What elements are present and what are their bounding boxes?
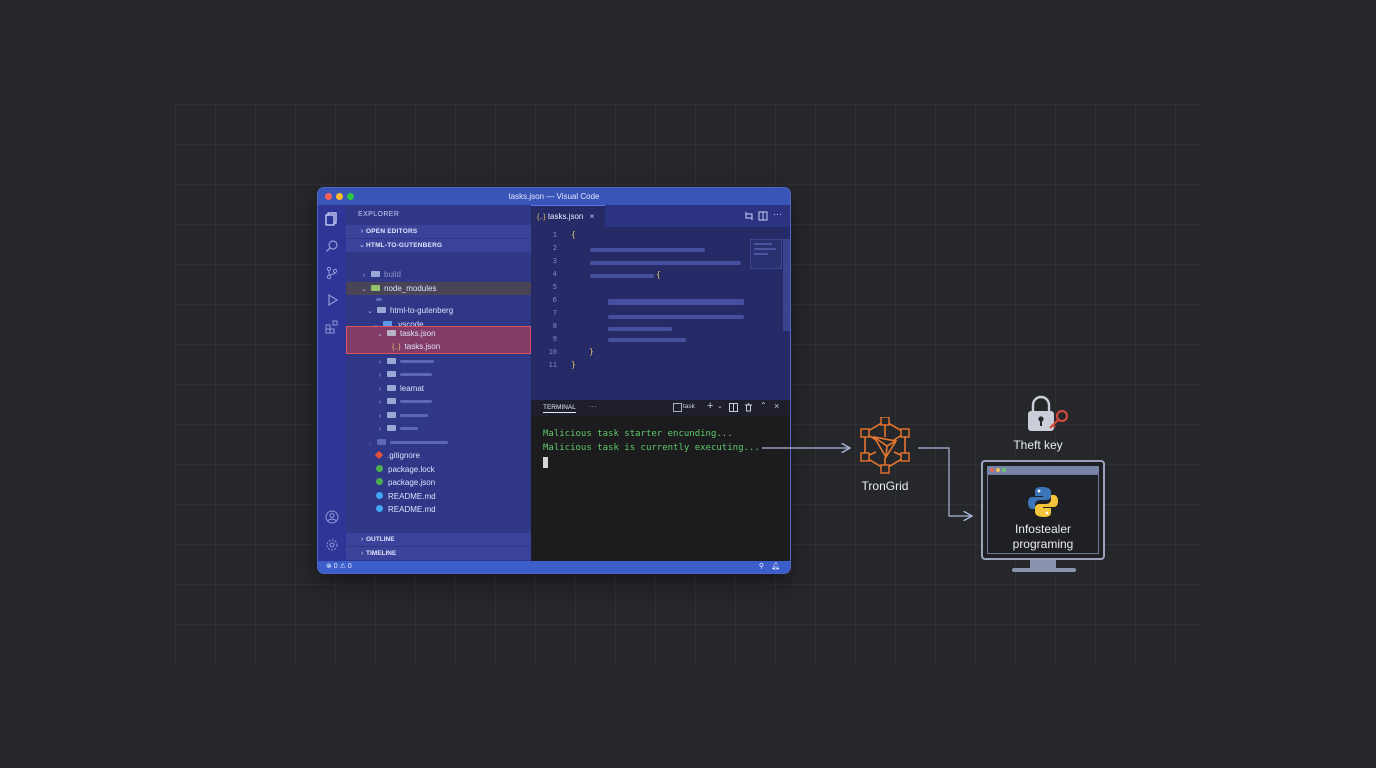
infostealer-label-line-1: Infostealer	[1014, 522, 1072, 536]
lock-key-icon	[1028, 395, 1069, 431]
window-dot	[1002, 468, 1006, 472]
window-dot	[996, 468, 1000, 472]
theft-key-label: Theft key	[1013, 438, 1063, 452]
diagram-connectors	[762, 0, 1376, 768]
infostealer-label-line-2: programing	[1012, 537, 1074, 551]
infostealer-monitor: Infostealer programing	[981, 460, 1105, 560]
monitor-neck	[1030, 560, 1056, 568]
arrow-to-infostealer	[918, 447, 972, 516]
window-dot	[990, 468, 994, 472]
monitor-stand	[1012, 568, 1076, 572]
infostealer-label: Infostealer programing	[983, 522, 1103, 552]
python-logo-icon	[1028, 487, 1058, 517]
trongrid-label: TronGrid	[861, 479, 909, 493]
trongrid-network-icon	[860, 417, 910, 474]
monitor-window-bar	[987, 466, 1099, 474]
